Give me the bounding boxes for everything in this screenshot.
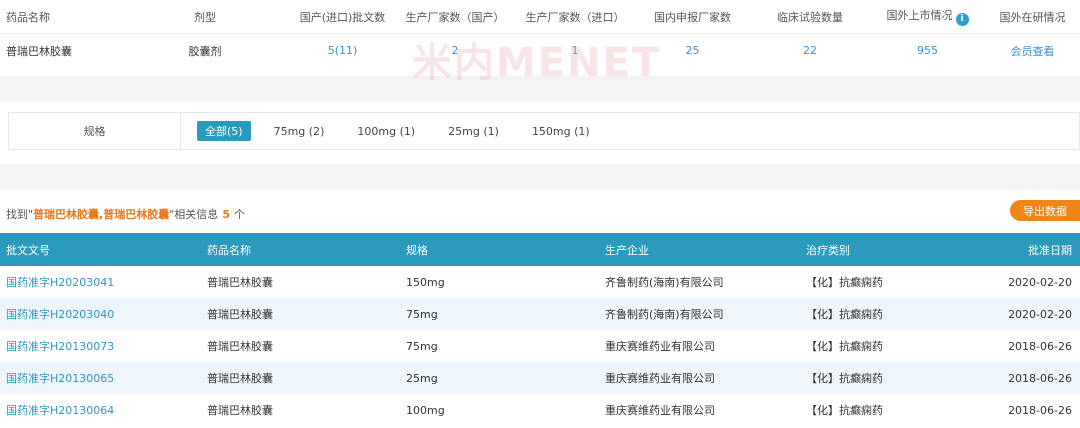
category-cell: 【化】抗癫痫药 [806, 308, 883, 321]
approval-date-cell: 2018-06-26 [1008, 403, 1072, 417]
spec-option-75mg[interactable]: 75mg (2) [274, 125, 325, 138]
spec-option-100mg[interactable]: 100mg (1) [357, 125, 415, 138]
drug-name-cell: 普瑞巴林胶囊 [207, 404, 273, 417]
summary-col-import-mfr: 生产厂家数（进口） [525, 10, 625, 24]
spec-option-25mg[interactable]: 25mg (1) [448, 125, 499, 138]
category-cell: 【化】抗癫痫药 [806, 404, 883, 417]
spec-cell: 100mg [406, 403, 445, 417]
summary-approvals-link[interactable]: 5(11) [290, 44, 395, 57]
category-cell: 【化】抗癫痫药 [806, 340, 883, 353]
summary-col-clinical: 临床试验数量 [777, 10, 843, 24]
spec-filter-label: 规格 [9, 113, 181, 149]
table-row: 国药准字H20203041 普瑞巴林胶囊 150mg 齐鲁制药(海南)有限公司 … [0, 266, 1080, 298]
spec-option-all[interactable]: 全部(5) [197, 121, 251, 141]
summary-col-name: 药品名称 [6, 10, 50, 24]
spec-cell: 150mg [406, 275, 445, 289]
results-prefix: 找到" [6, 208, 34, 221]
drug-name-cell: 普瑞巴林胶囊 [207, 308, 273, 321]
approval-date-cell: 2020-02-20 [1008, 275, 1072, 289]
summary-member-view-link[interactable]: 会员查看 [985, 43, 1080, 59]
approval-number-link[interactable]: 国药准字H20203040 [0, 306, 200, 322]
drug-name-cell: 普瑞巴林胶囊 [207, 372, 273, 385]
approval-date-cell: 2020-02-20 [1008, 307, 1072, 321]
results-panel: 找到"普瑞巴林胶囊,普瑞巴林胶囊"相关信息 5 个 导出数据 批文文号 药品名称 规… [0, 190, 1080, 428]
summary-col-domestic-mfr: 生产厂家数（国产） [405, 10, 505, 24]
drug-name-cell: 普瑞巴林胶囊 [207, 276, 273, 289]
results-mid: "相关信息 [169, 208, 219, 221]
manufacturer-cell: 齐鲁制药(海南)有限公司 [605, 308, 724, 321]
results-count: 5 [222, 208, 230, 221]
summary-foreign-market-link[interactable]: 955 [870, 44, 985, 57]
spec-cell: 75mg [406, 307, 438, 321]
summary-col-approvals: 国产(进口)批文数 [299, 10, 386, 24]
approval-number-link[interactable]: 国药准字H20130073 [0, 338, 200, 354]
summary-drug-name: 普瑞巴林胶囊 [6, 44, 72, 58]
summary-header-row: 药品名称 剂型 国产(进口)批文数 生产厂家数（国产） 生产厂家数（进口） 国内… [0, 0, 1080, 34]
col-drug-name[interactable]: 药品名称 [200, 242, 400, 258]
approval-number-link[interactable]: 国药准字H20130065 [0, 370, 200, 386]
approval-number-link[interactable]: 国药准字H20203041 [0, 274, 200, 290]
results-suffix: 个 [233, 208, 245, 221]
table-row: 国药准字H20130064 普瑞巴林胶囊 100mg 重庆赛维药业有限公司 【化… [0, 394, 1080, 426]
results-keyword: 普瑞巴林胶囊,普瑞巴林胶囊 [33, 208, 170, 221]
table-row: 国药准字H20130065 普瑞巴林胶囊 25mg 重庆赛维药业有限公司 【化】… [0, 362, 1080, 394]
manufacturer-cell: 重庆赛维药业有限公司 [605, 372, 715, 385]
spec-cell: 75mg [406, 339, 438, 353]
summary-table: 药品名称 剂型 国产(进口)批文数 生产厂家数（国产） 生产厂家数（进口） 国内… [0, 0, 1080, 86]
category-cell: 【化】抗癫痫药 [806, 372, 883, 385]
col-spec[interactable]: 规格 [400, 242, 600, 258]
summary-clinical-link[interactable]: 22 [750, 44, 870, 57]
spec-cell: 25mg [406, 371, 438, 385]
summary-col-foreign-market-label: 国外上市情况 [886, 9, 953, 22]
approval-number-link[interactable]: 国药准字H20130064 [0, 402, 200, 418]
approval-date-cell: 2018-06-26 [1008, 339, 1072, 353]
results-summary: 找到"普瑞巴林胶囊,普瑞巴林胶囊"相关信息 5 个 [6, 206, 245, 222]
col-approval-number[interactable]: 批文文号 [0, 242, 200, 258]
summary-col-domestic-apply: 国内申报厂家数 [654, 10, 731, 24]
drug-name-cell: 普瑞巴林胶囊 [207, 340, 273, 353]
manufacturer-cell: 重庆赛维药业有限公司 [605, 404, 715, 417]
summary-import-mfr-link[interactable]: 1 [515, 44, 635, 57]
manufacturer-cell: 齐鲁制药(海南)有限公司 [605, 276, 724, 289]
summary-domestic-apply-link[interactable]: 25 [635, 44, 750, 57]
export-data-button[interactable]: 导出数据 [1010, 200, 1080, 221]
info-circle-icon[interactable]: i [955, 13, 969, 26]
summary-col-form: 剂型 [194, 10, 216, 24]
col-manufacturer[interactable]: 生产企业 [600, 242, 800, 258]
category-cell: 【化】抗癫痫药 [806, 276, 883, 289]
approval-date-cell: 2018-06-26 [1008, 371, 1072, 385]
table-row: 国药准字H20203040 普瑞巴林胶囊 75mg 齐鲁制药(海南)有限公司 【… [0, 298, 1080, 330]
results-table-header: 批文文号 药品名称 规格 生产企业 治疗类别 批准日期 [0, 233, 1080, 266]
summary-dosage-form: 胶囊剂 [188, 44, 222, 58]
summary-col-foreign-research: 国外在研情况 [999, 10, 1066, 24]
summary-col-foreign-market: 国外上市情况 i [870, 7, 985, 26]
spec-filter-panel: 规格 全部(5) 75mg (2) 100mg (1) 25mg (1) 150… [0, 102, 1080, 164]
results-table-body: 国药准字H20203041 普瑞巴林胶囊 150mg 齐鲁制药(海南)有限公司 … [0, 266, 1080, 426]
spec-filter-box: 规格 全部(5) 75mg (2) 100mg (1) 25mg (1) 150… [8, 112, 1080, 150]
col-category[interactable]: 治疗类别 [800, 242, 1000, 258]
summary-domestic-mfr-link[interactable]: 2 [395, 44, 515, 57]
col-approval-date[interactable]: 批准日期 [1000, 242, 1080, 258]
spec-option-150mg[interactable]: 150mg (1) [532, 125, 590, 138]
summary-data-row: 普瑞巴林胶囊 胶囊剂 5(11) 2 1 25 22 955 会员查看 [0, 34, 1080, 67]
spec-filter-options: 全部(5) 75mg (2) 100mg (1) 25mg (1) 150mg … [181, 121, 623, 141]
manufacturer-cell: 重庆赛维药业有限公司 [605, 340, 715, 353]
table-row: 国药准字H20130073 普瑞巴林胶囊 75mg 重庆赛维药业有限公司 【化】… [0, 330, 1080, 362]
